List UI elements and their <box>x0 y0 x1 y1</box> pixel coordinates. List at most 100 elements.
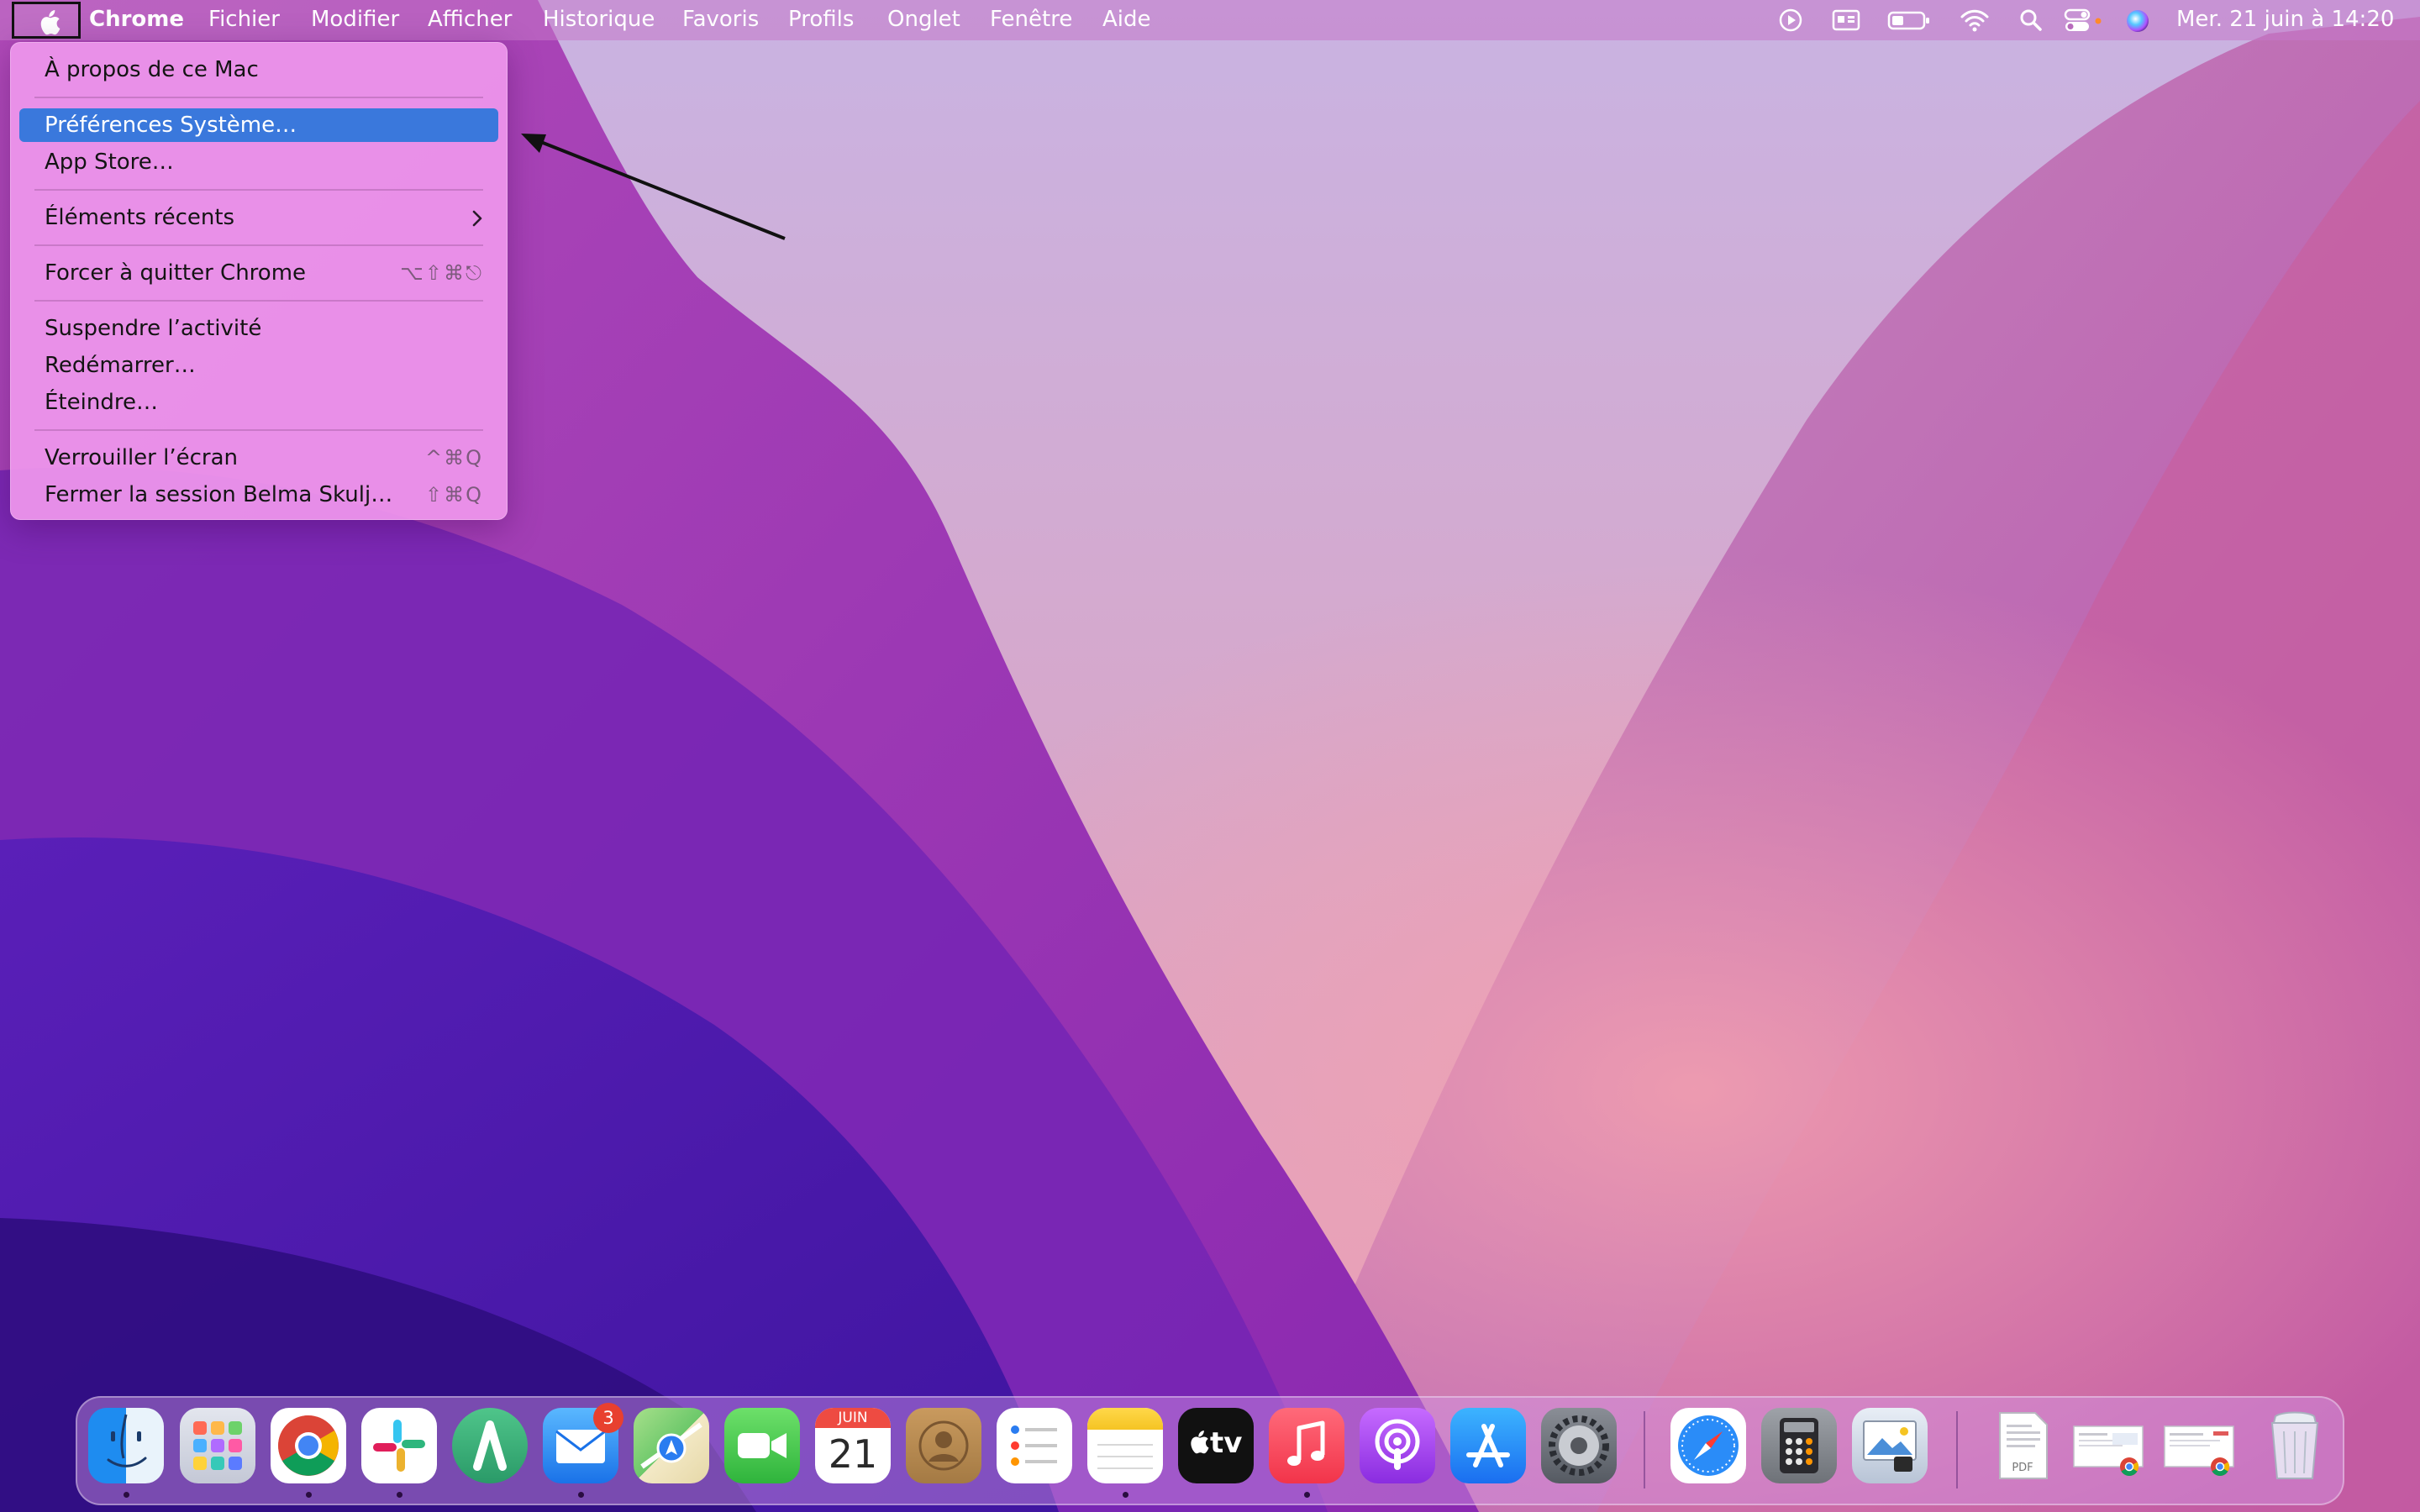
menu-item-label: Redémarrer… <box>45 353 196 378</box>
apple-logo-icon <box>1191 1431 1209 1454</box>
gear-icon <box>1549 1415 1609 1476</box>
menu-separator <box>34 244 483 246</box>
app-store-icon[interactable] <box>1450 1408 1526 1483</box>
window-preview-icon <box>2073 1425 2144 1476</box>
apple-tv-label: tv <box>1210 1426 1243 1460</box>
apple-menu-button[interactable] <box>12 2 81 39</box>
calendar-month-label: JUIN <box>838 1410 868 1426</box>
dock-running-indicator <box>124 1492 129 1498</box>
menu-bar: Chrome Fichier Modifier Afficher Histori… <box>0 0 2420 40</box>
menu-item-label: Verrouiller l’écran <box>45 445 239 470</box>
menu-fenetre[interactable]: Fenêtre <box>990 0 1072 40</box>
notes-lines-icon <box>1097 1444 1153 1469</box>
mail-unread-badge: 3 <box>593 1403 623 1433</box>
contacts-icon[interactable] <box>906 1408 981 1483</box>
maps-icon[interactable] <box>634 1408 709 1483</box>
menu-item-app-store[interactable]: App Store… <box>34 145 483 179</box>
menu-item-shut-down[interactable]: Éteindre… <box>34 386 483 419</box>
menu-onglet[interactable]: Onglet <box>887 0 960 40</box>
menu-fichier[interactable]: Fichier <box>208 0 280 40</box>
calendar-day-label: 21 <box>828 1431 878 1477</box>
facetime-icon[interactable] <box>724 1408 800 1483</box>
trash-icon[interactable] <box>2257 1408 2333 1483</box>
menu-item-force-quit[interactable]: Forcer à quitter Chrome ⌥⇧⌘⎋ <box>34 256 483 290</box>
menu-item-shortcut: ⇧⌘Q <box>425 483 483 507</box>
chrome-window-thumbnail-icon[interactable] <box>2161 1408 2237 1483</box>
music-icon[interactable] <box>1269 1408 1344 1483</box>
calculator-icon[interactable] <box>1761 1408 1837 1483</box>
preview-icon[interactable] <box>1852 1408 1928 1483</box>
menu-item-recent-items[interactable]: Éléments récents <box>34 201 483 234</box>
finder-face-icon <box>107 1414 147 1467</box>
menu-modifier[interactable]: Modifier <box>311 0 399 40</box>
calendar-icon[interactable]: JUIN 21 <box>815 1408 891 1483</box>
menu-item-shortcut: ^⌘Q <box>425 446 483 470</box>
menu-afficher[interactable]: Afficher <box>428 0 512 40</box>
pdf-document-icon[interactable]: PDF <box>1985 1408 2060 1483</box>
menu-item-about-this-mac[interactable]: À propos de ce Mac <box>34 53 483 87</box>
launchpad-grid-icon <box>193 1421 242 1470</box>
menu-item-shortcut: ⌥⇧⌘⎋ <box>400 261 483 285</box>
slack-icon[interactable] <box>361 1408 437 1483</box>
apple-logo-icon <box>40 10 60 35</box>
menu-item-label: Préférences Système… <box>45 113 297 138</box>
control-center-icon[interactable] <box>2064 8 2104 33</box>
menu-item-restart[interactable]: Redémarrer… <box>34 349 483 382</box>
notes-icon[interactable] <box>1087 1408 1163 1483</box>
menu-app-chrome[interactable]: Chrome <box>89 0 184 40</box>
menu-aide[interactable]: Aide <box>1102 0 1151 40</box>
wifi-icon[interactable] <box>1960 8 1990 33</box>
chevron-right-icon <box>472 210 482 227</box>
map-pin-icon <box>640 1422 702 1469</box>
spotlight-search-icon[interactable] <box>2018 8 2044 33</box>
music-note-icon <box>1287 1420 1325 1466</box>
screen-record-icon[interactable] <box>1778 8 1803 33</box>
display-icon[interactable] <box>1832 8 1860 33</box>
system-preferences-icon[interactable] <box>1541 1408 1617 1483</box>
trash-can-icon <box>2270 1411 2319 1479</box>
slack-logo-icon <box>373 1420 425 1472</box>
menu-separator <box>34 97 483 98</box>
menu-profils[interactable]: Profils <box>788 0 854 40</box>
menu-item-label: Fermer la session Belma Skulj… <box>45 482 393 507</box>
podcasts-icon[interactable] <box>1360 1408 1435 1483</box>
menu-item-lock-screen[interactable]: Verrouiller l’écran ^⌘Q <box>34 441 483 475</box>
dock-divider <box>1644 1411 1645 1488</box>
podcast-broadcast-icon <box>1375 1419 1420 1470</box>
chrome-logo-icon <box>278 1415 339 1476</box>
menu-item-label: Éléments récents <box>45 205 235 230</box>
dock-running-indicator <box>306 1492 312 1498</box>
safari-icon[interactable] <box>1670 1408 1746 1483</box>
dock-running-indicator <box>1123 1492 1128 1498</box>
menu-item-label: Suspendre l’activité <box>45 316 262 341</box>
reminders-icon[interactable] <box>997 1408 1072 1483</box>
menu-favoris[interactable]: Favoris <box>682 0 759 40</box>
chrome-window-thumbnail-icon[interactable] <box>2070 1408 2146 1483</box>
battery-icon[interactable] <box>1887 8 1931 33</box>
arc-icon[interactable] <box>452 1408 528 1483</box>
dock-running-indicator <box>578 1492 584 1498</box>
letter-a-icon <box>473 1420 507 1471</box>
person-silhouette-icon <box>918 1420 969 1471</box>
apple-tv-icon[interactable]: tv <box>1178 1408 1254 1483</box>
menubar-clock[interactable]: Mer. 21 juin à 14:20 <box>2176 0 2394 40</box>
compass-icon <box>1678 1415 1739 1476</box>
menu-item-label: À propos de ce Mac <box>45 57 259 82</box>
menu-item-log-out[interactable]: Fermer la session Belma Skulj… ⇧⌘Q <box>34 478 483 512</box>
apple-menu-dropdown: À propos de ce Mac Préférences Système… … <box>10 42 508 520</box>
siri-icon[interactable] <box>2124 8 2151 34</box>
menu-item-sleep[interactable]: Suspendre l’activité <box>34 312 483 345</box>
annotation-arrow-icon <box>521 134 786 240</box>
menu-item-label: Forcer à quitter Chrome <box>45 260 307 286</box>
finder-icon[interactable] <box>88 1408 164 1483</box>
window-preview-icon <box>2164 1425 2234 1476</box>
menu-item-system-preferences[interactable]: Préférences Système… <box>19 108 498 142</box>
launchpad-icon[interactable] <box>180 1408 255 1483</box>
menu-separator <box>34 189 483 191</box>
menu-separator <box>34 300 483 302</box>
dock-running-indicator <box>1304 1492 1310 1498</box>
menu-item-label: Éteindre… <box>45 390 158 415</box>
menu-historique[interactable]: Historique <box>543 0 655 40</box>
dock-divider <box>1956 1411 1958 1488</box>
chrome-icon[interactable] <box>271 1408 346 1483</box>
